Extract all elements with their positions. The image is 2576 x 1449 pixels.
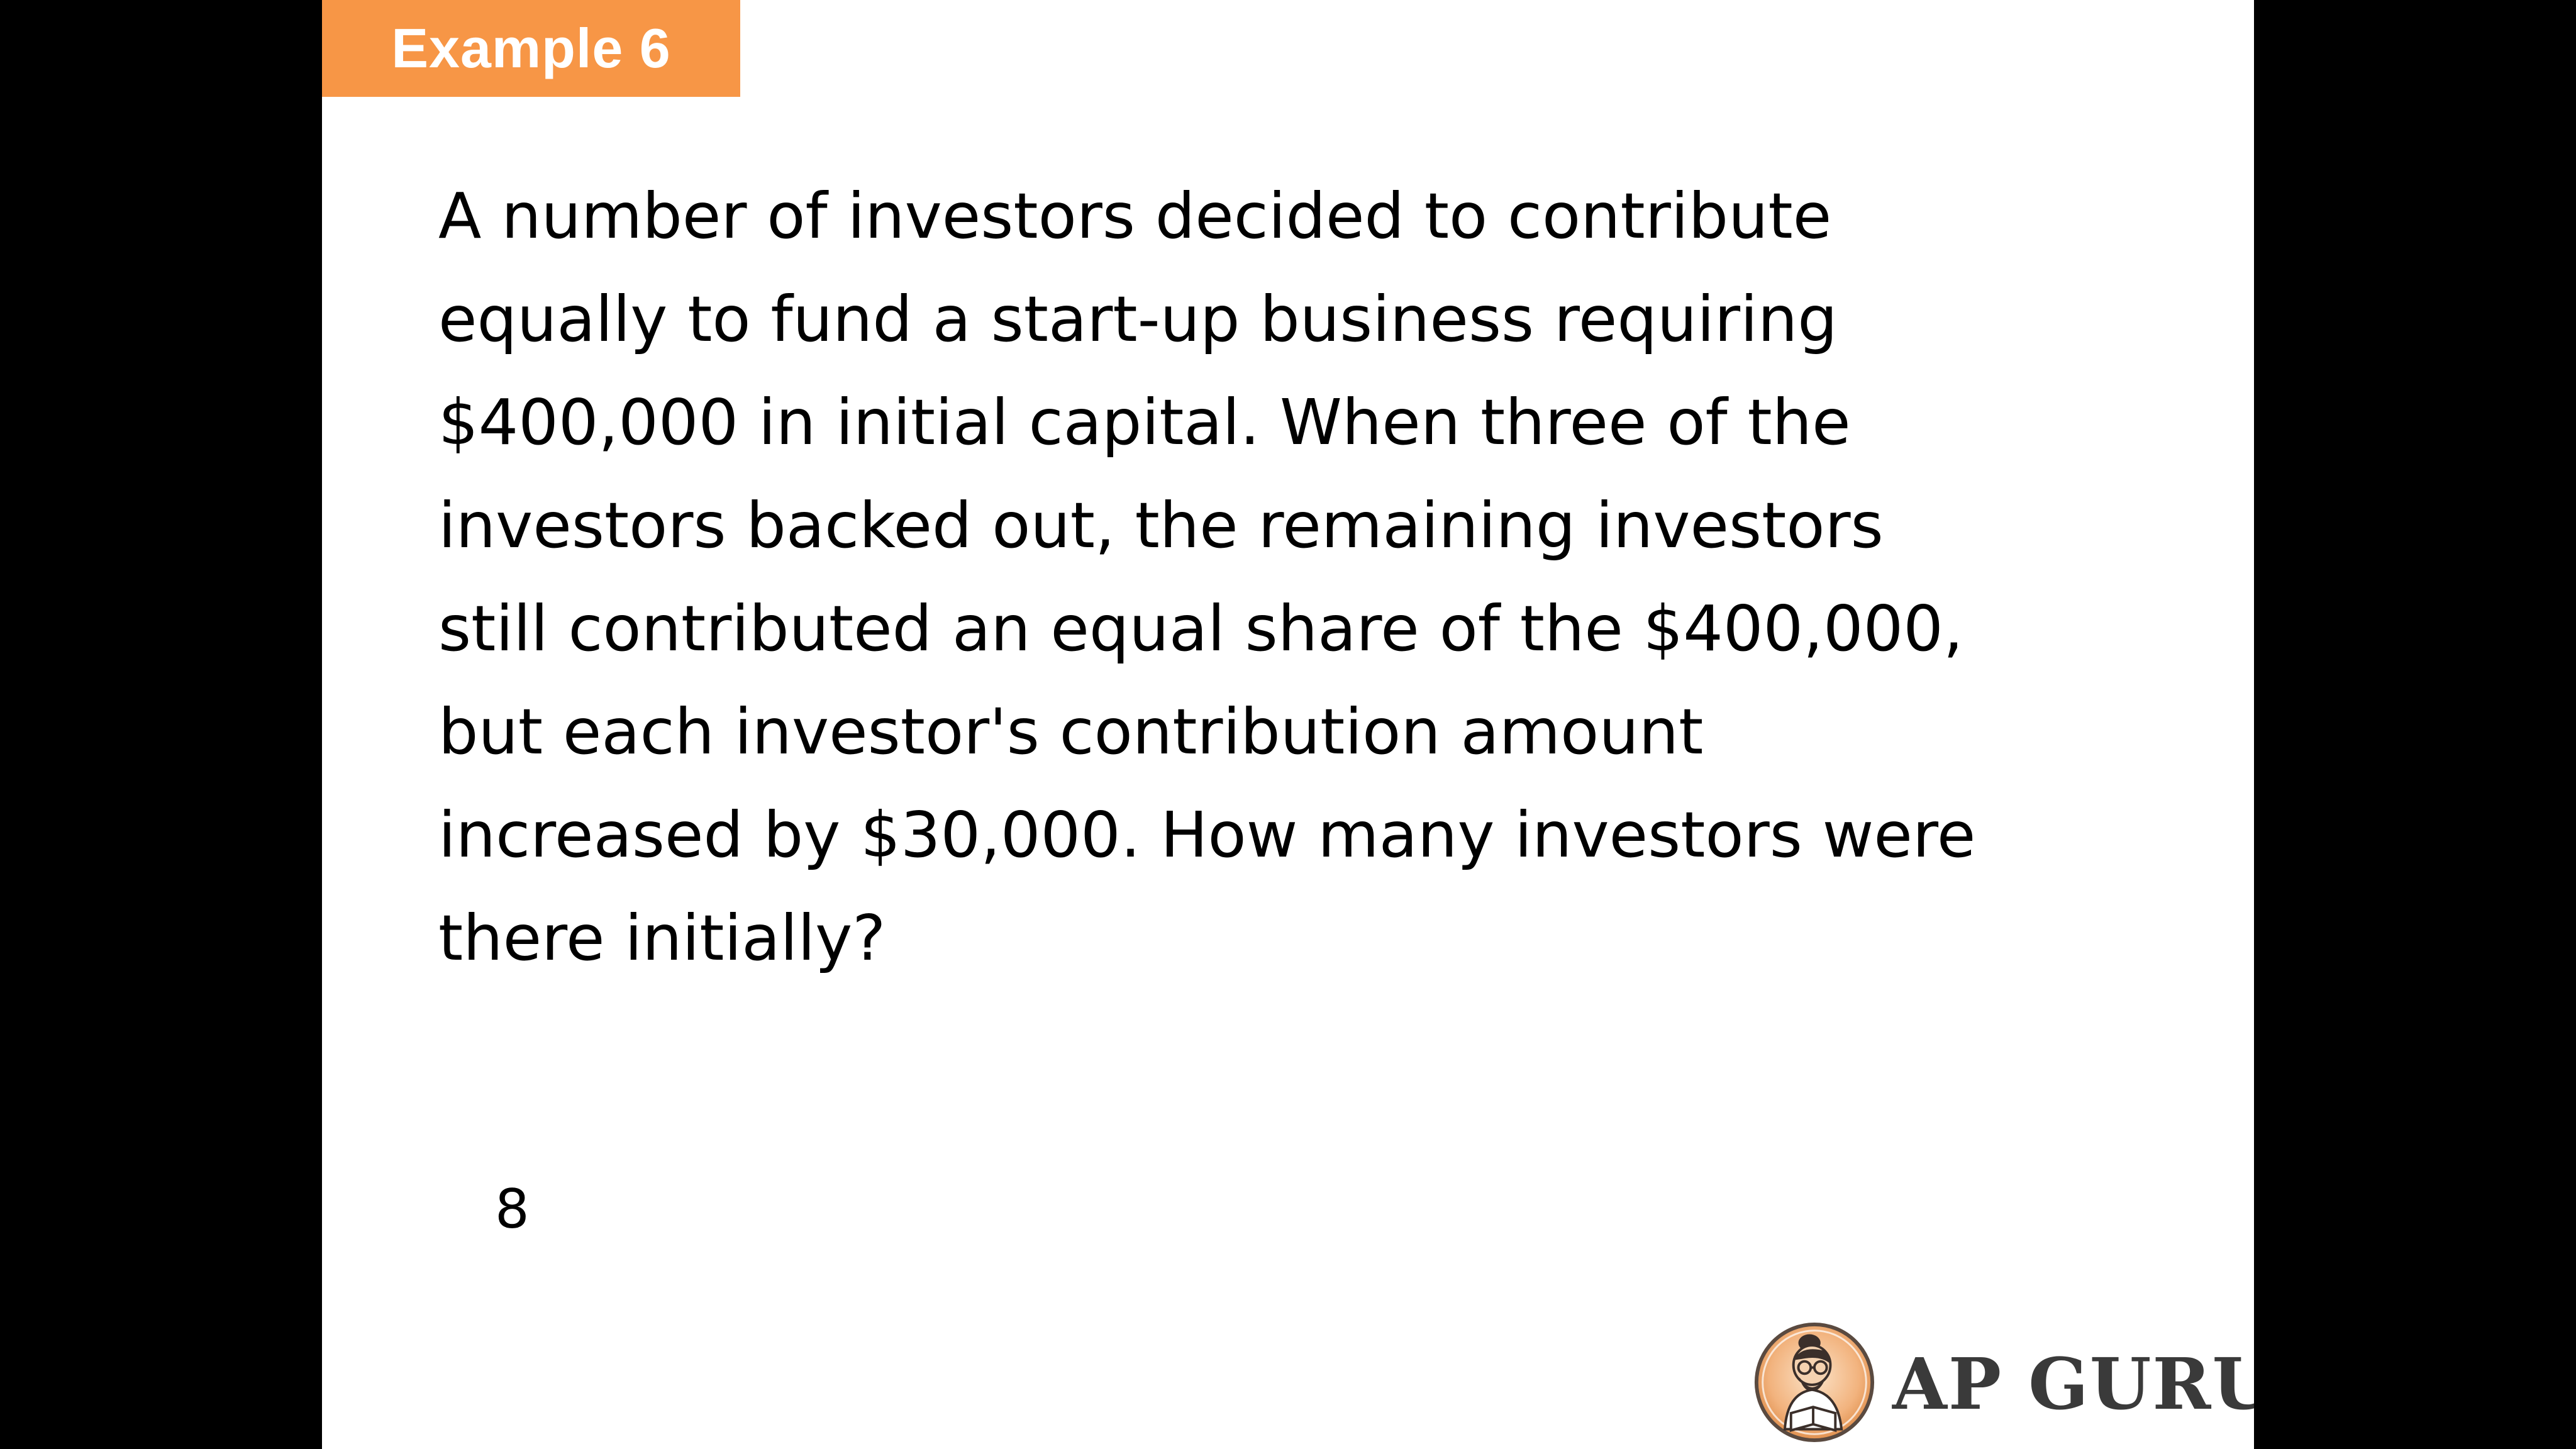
example-tag: Example 6 [322, 0, 740, 97]
ap-guru-logo: AP GURU [1753, 1321, 2254, 1449]
question-line: increased by $30,000. How many investors… [438, 798, 1976, 872]
slide: Example 6 A number of investors decided … [322, 0, 2254, 1449]
reading-guru-icon [1754, 1322, 1875, 1443]
question-line: A number of investors decided to contrib… [438, 179, 1832, 253]
question-line: $400,000 in initial capital. When three … [438, 386, 1851, 459]
question-line: still contributed an equal share of the … [438, 592, 1963, 665]
question-text: A number of investors decided to contrib… [438, 165, 2224, 990]
logo-text: AP GURU [1892, 1343, 2254, 1426]
page-number: 8 [495, 1178, 530, 1241]
question-line: but each investor's contribution amount [438, 695, 1704, 769]
question-line: there initially? [438, 901, 886, 975]
question-line: equally to fund a start-up business requ… [438, 282, 1838, 356]
video-frame: Example 6 A number of investors decided … [0, 0, 2576, 1449]
question-line: investors backed out, the remaining inve… [438, 489, 1884, 562]
